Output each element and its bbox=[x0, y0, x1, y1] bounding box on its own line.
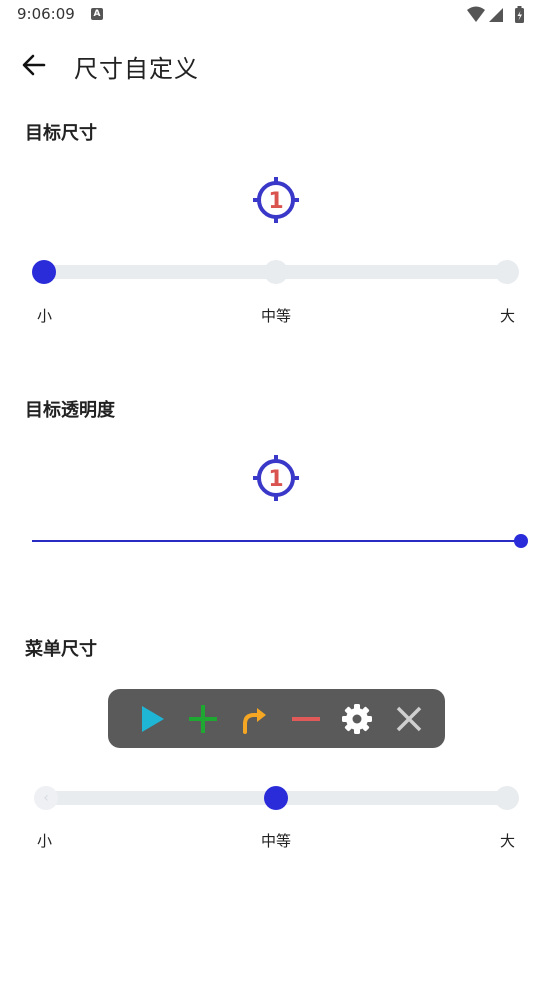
target-size-label-large: 大 bbox=[500, 307, 516, 325]
curve-arrow-icon bbox=[243, 708, 266, 734]
signal-icon bbox=[489, 8, 503, 22]
target-size-slider-thumb[interactable] bbox=[32, 260, 56, 284]
wifi-icon bbox=[467, 6, 485, 22]
menu-preview-bar bbox=[108, 689, 445, 748]
target-size-tick-medium[interactable] bbox=[264, 260, 288, 284]
page-title: 尺寸自定义 bbox=[74, 55, 199, 83]
menu-size-slider-thumb[interactable] bbox=[264, 786, 288, 810]
target-opacity-slider-track[interactable] bbox=[32, 540, 522, 542]
target-size-tick-large[interactable] bbox=[495, 260, 519, 284]
arrow-left-icon bbox=[22, 54, 46, 76]
minus-icon bbox=[292, 717, 320, 721]
a-icon: A bbox=[91, 8, 103, 20]
target-opacity-title: 目标透明度 bbox=[25, 400, 115, 421]
menu-size-tick-small[interactable]: ‹ bbox=[34, 786, 58, 810]
menu-size-label-small: 小 bbox=[37, 832, 53, 850]
back-button[interactable] bbox=[18, 49, 52, 81]
target-size-label-medium: 中等 bbox=[261, 307, 292, 325]
close-icon bbox=[396, 706, 422, 732]
target-opacity-number: 1 bbox=[268, 467, 283, 492]
target-opacity-preview-icon: 1 bbox=[253, 455, 299, 501]
target-size-preview-icon: 1 bbox=[253, 177, 299, 223]
status-time: 9:06:09 bbox=[17, 5, 75, 23]
menu-size-label-large: 大 bbox=[500, 832, 516, 850]
target-size-title: 目标尺寸 bbox=[25, 123, 97, 144]
gear-icon bbox=[342, 704, 372, 734]
play-icon bbox=[142, 706, 164, 732]
target-size-label-small: 小 bbox=[37, 307, 53, 325]
status-icons bbox=[467, 6, 524, 23]
plus-icon bbox=[189, 705, 217, 733]
menu-size-title: 菜单尺寸 bbox=[25, 639, 97, 660]
menu-size-tick-large[interactable] bbox=[495, 786, 519, 810]
menu-size-label-medium: 中等 bbox=[261, 832, 292, 850]
target-size-number: 1 bbox=[268, 189, 283, 214]
target-opacity-slider-thumb[interactable] bbox=[514, 534, 528, 548]
